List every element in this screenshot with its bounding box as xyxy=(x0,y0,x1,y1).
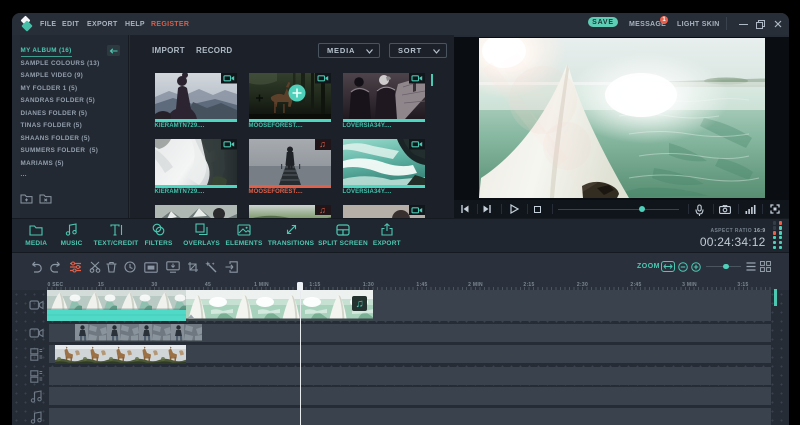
svg-text:♫: ♫ xyxy=(355,298,363,310)
